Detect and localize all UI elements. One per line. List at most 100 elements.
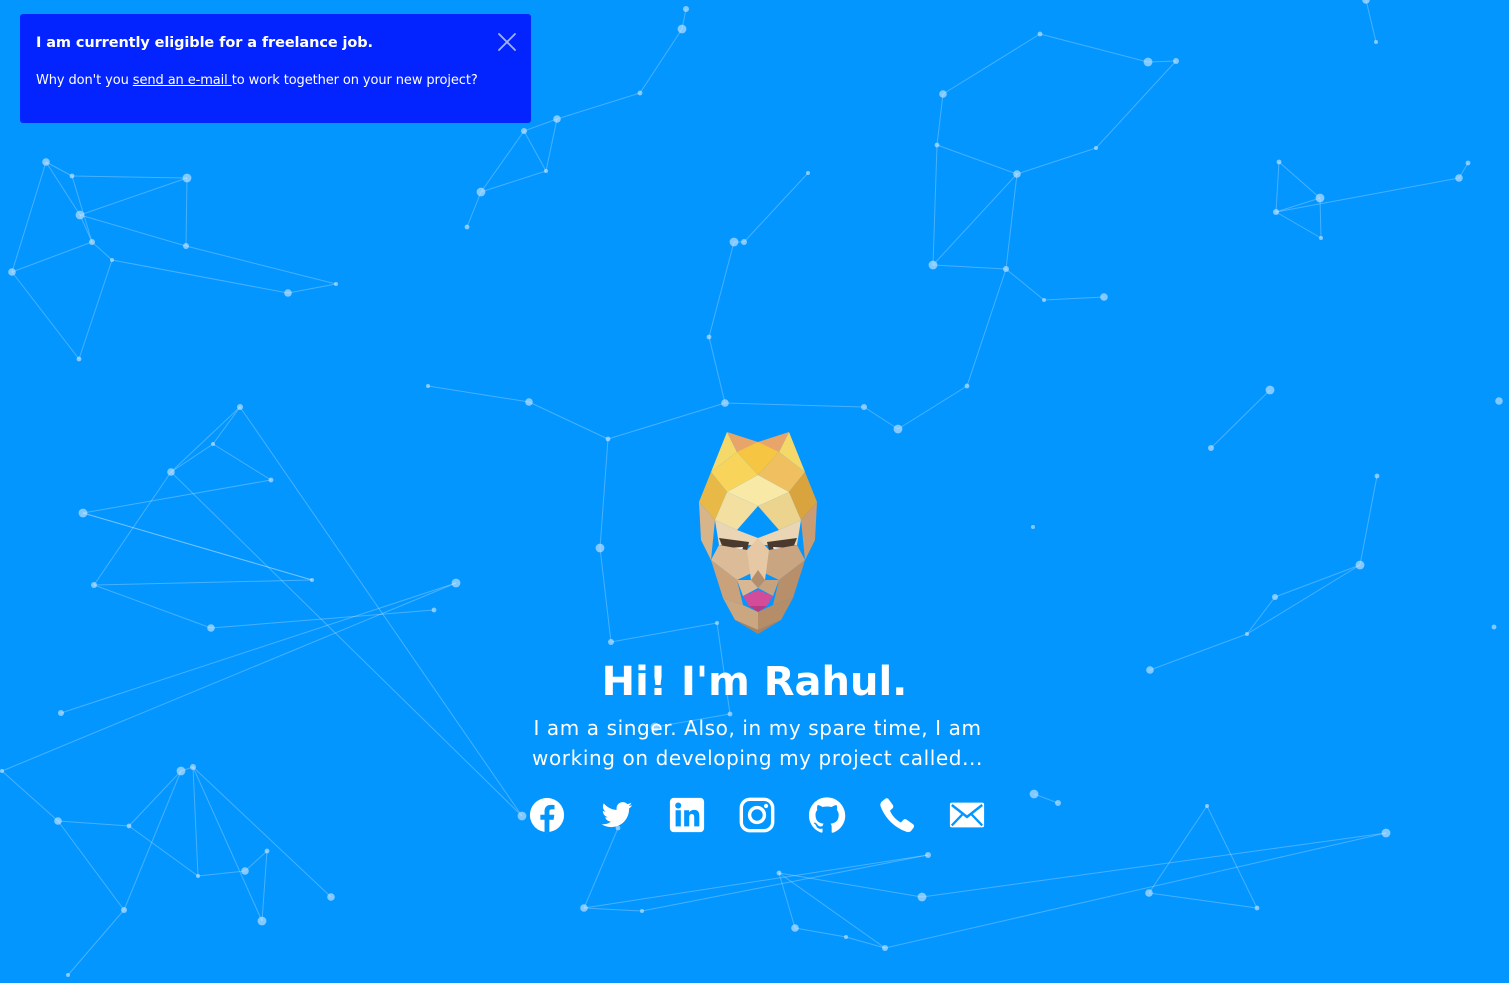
network-node: [1272, 594, 1278, 600]
network-node: [1031, 525, 1035, 529]
network-node: [893, 424, 903, 434]
network-node: [464, 224, 470, 230]
network-link: [778, 872, 886, 949]
network-link: [583, 827, 619, 909]
network-link: [1365, 0, 1377, 43]
network-link: [932, 173, 1018, 266]
network-node: [257, 916, 267, 926]
network-node: [553, 115, 561, 123]
network-node: [1208, 445, 1214, 451]
network-node: [1495, 397, 1503, 405]
network-link: [79, 214, 187, 247]
network-link: [79, 177, 188, 216]
network-link: [93, 584, 212, 629]
network-node: [334, 282, 338, 286]
network-link: [82, 512, 313, 581]
network-node: [237, 404, 243, 410]
notification-title: I am currently eligible for a freelance …: [36, 35, 373, 51]
network-node: [268, 477, 274, 483]
network-link: [1246, 564, 1361, 635]
network-link: [1274, 564, 1361, 598]
network-node: [126, 823, 132, 829]
network-link: [1039, 33, 1149, 63]
network-node: [1029, 789, 1039, 799]
network-link: [261, 850, 268, 922]
facebook-icon[interactable]: [512, 795, 582, 835]
network-node: [1143, 57, 1153, 67]
network-node: [110, 258, 114, 262]
freelance-notification: I am currently eligible for a freelance …: [20, 14, 531, 123]
network-node: [1037, 31, 1043, 37]
github-icon[interactable]: [792, 795, 862, 835]
network-link: [1246, 596, 1276, 635]
network-node: [196, 874, 200, 878]
network-node: [683, 6, 689, 12]
twitter-icon[interactable]: [582, 795, 652, 835]
network-node: [637, 90, 643, 96]
network-node: [1173, 58, 1179, 64]
network-node: [706, 334, 712, 340]
network-node: [327, 893, 335, 901]
network-node: [1205, 804, 1209, 808]
network-node: [66, 973, 70, 977]
notification-message: Why don't you send an e-mail to work tog…: [36, 73, 515, 89]
network-link: [210, 609, 435, 629]
instagram-icon[interactable]: [722, 795, 792, 835]
network-node: [42, 158, 50, 166]
network-node: [925, 852, 931, 858]
email-icon[interactable]: [932, 795, 1002, 835]
network-link: [966, 268, 1007, 387]
network-link: [128, 825, 199, 877]
notification-message-suffix: to work together on your new project?: [231, 73, 478, 88]
network-node: [939, 90, 947, 98]
network-link: [128, 770, 182, 827]
avatar: [699, 432, 817, 634]
network-link: [11, 271, 80, 360]
network-node: [207, 624, 215, 632]
network-link: [845, 936, 886, 949]
social-links: [512, 795, 1002, 835]
network-link: [708, 241, 735, 338]
phone-icon[interactable]: [862, 795, 932, 835]
network-link: [287, 283, 337, 294]
network-node: [1374, 473, 1380, 479]
network-link: [78, 259, 113, 360]
network-link: [794, 927, 847, 938]
network-link: [921, 832, 1387, 898]
network-node: [91, 582, 97, 588]
network-node: [917, 892, 927, 902]
send-email-link[interactable]: send an e-mail: [133, 73, 232, 88]
network-link: [244, 850, 268, 872]
network-link: [1278, 161, 1321, 199]
network-link: [884, 832, 1387, 949]
network-link: [897, 385, 968, 430]
network-node: [0, 769, 4, 773]
close-icon[interactable]: [497, 32, 517, 52]
network-node: [1100, 293, 1108, 301]
network-node: [431, 607, 437, 613]
network-node: [182, 173, 192, 183]
network-node: [78, 508, 88, 518]
network-link: [93, 471, 172, 586]
network-link: [1275, 161, 1280, 213]
network-node: [934, 142, 940, 148]
network-link: [192, 766, 332, 898]
network-node: [69, 173, 75, 179]
network-link: [743, 172, 809, 243]
linkedin-icon[interactable]: [652, 795, 722, 835]
network-link: [71, 175, 93, 243]
network-node: [525, 398, 533, 406]
network-node: [521, 128, 527, 134]
network-link: [556, 92, 641, 120]
network-link: [11, 241, 93, 273]
network-node: [595, 543, 605, 553]
network-node: [89, 239, 95, 245]
network-link: [91, 241, 113, 261]
network-node: [721, 399, 729, 407]
network-node: [54, 817, 62, 825]
hero-subtitle: I am a singer. Also, in my spare time, I…: [532, 716, 983, 770]
network-link: [212, 406, 241, 445]
network-link: [528, 401, 609, 440]
network-link: [170, 471, 523, 817]
network-node: [121, 907, 127, 913]
